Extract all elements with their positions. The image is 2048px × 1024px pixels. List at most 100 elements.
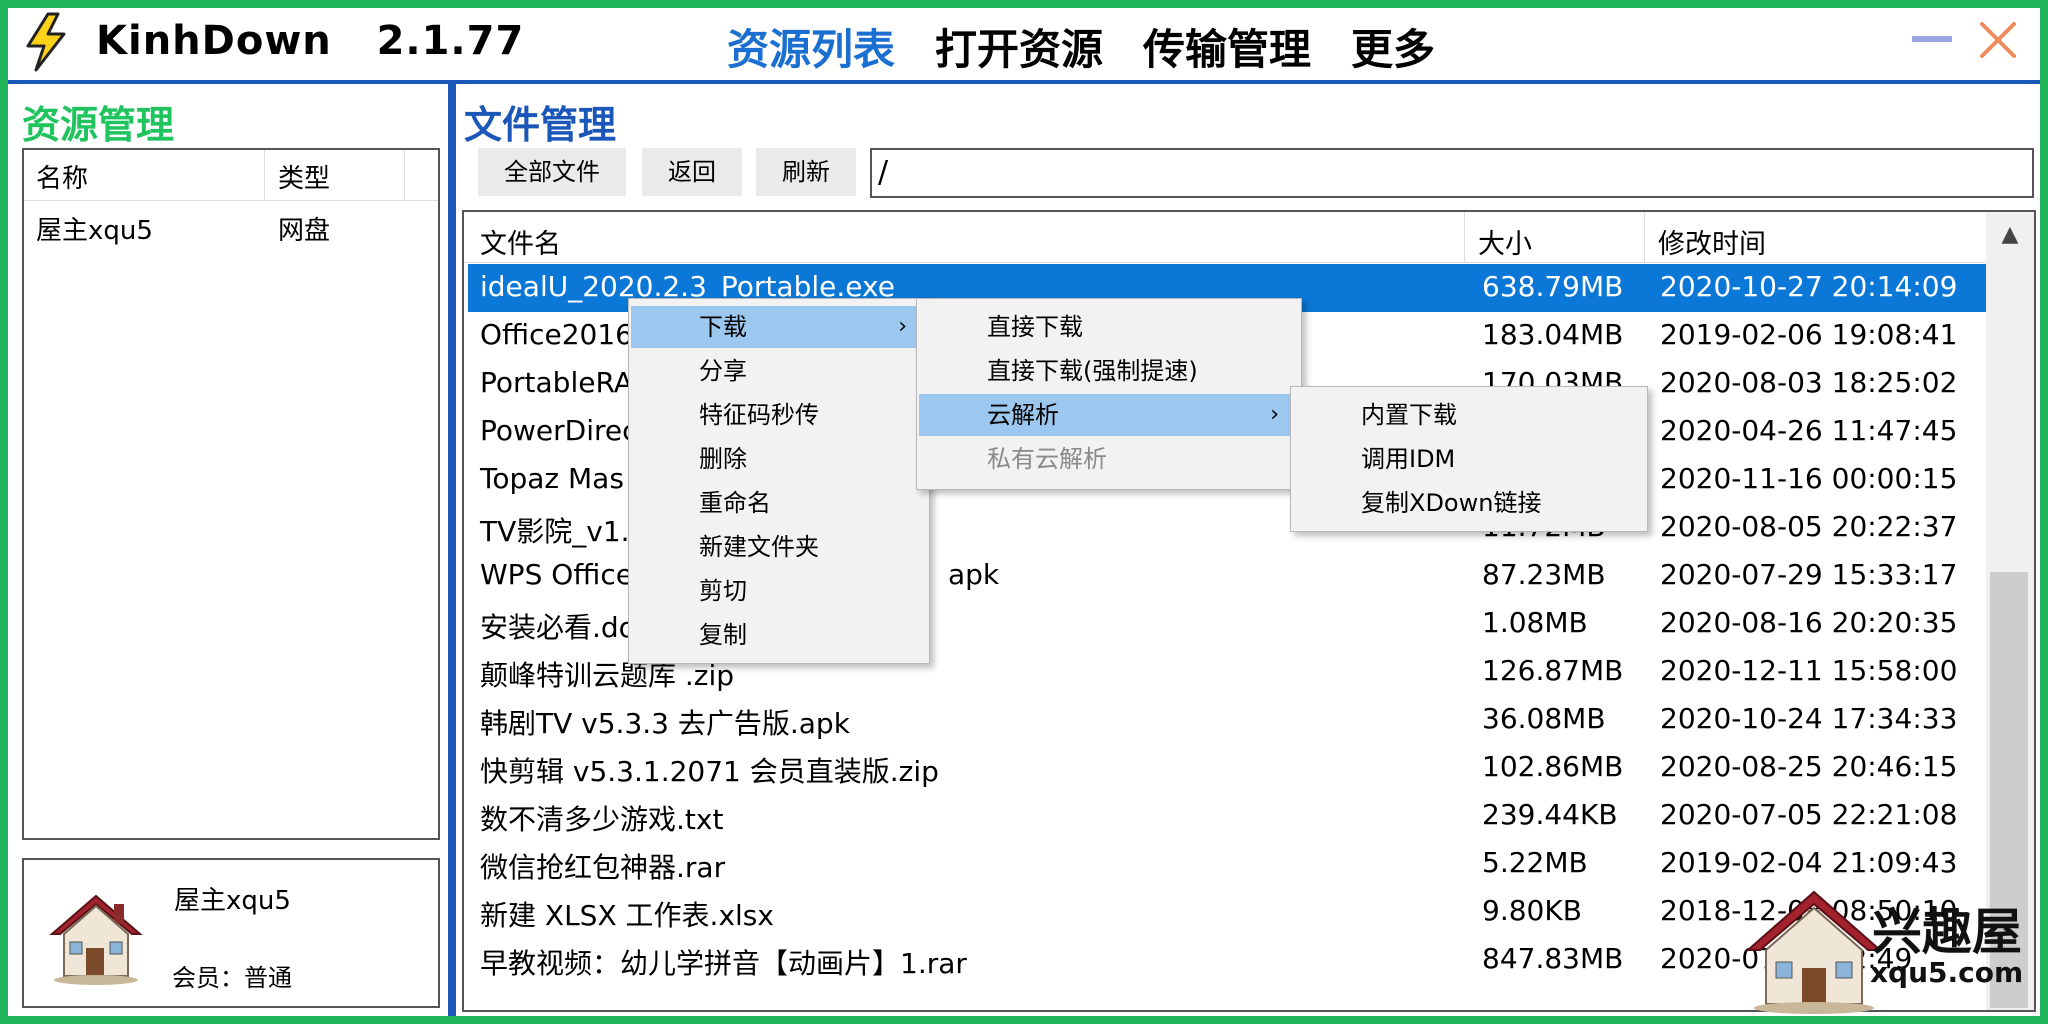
file-size: 239.44KB — [1482, 798, 1618, 831]
app-logo-icon — [26, 12, 66, 72]
menu-item-label: 下载 — [699, 313, 747, 341]
column-divider[interactable] — [264, 150, 265, 200]
nav-resource-list[interactable]: 资源列表 — [727, 16, 895, 77]
resource-type: 网盘 — [278, 216, 331, 246]
file-time: 2020-07-29 15:33:17 — [1660, 558, 1958, 591]
menu-item-download[interactable]: 下载 › — [631, 306, 921, 348]
file-name-tail: apk — [948, 558, 1000, 591]
menu-item-label: 新建文件夹 — [699, 533, 819, 561]
app-name: KinhDown — [96, 18, 332, 64]
column-header-type[interactable]: 类型 — [278, 158, 330, 195]
menu-item-call-idm[interactable]: 调用IDM — [1293, 438, 1639, 480]
menu-item-rename[interactable]: 重命名 — [631, 482, 921, 524]
menu-item-delete[interactable]: 删除 — [631, 438, 921, 480]
menu-item-copy-xdown-link[interactable]: 复制XDown链接 — [1293, 482, 1639, 524]
file-row[interactable]: 数不清多少游戏.txt 239.44KB 2020-07-05 22:21:08 — [468, 792, 1986, 840]
refresh-button[interactable]: 刷新 — [756, 148, 856, 196]
file-time: 2020-10-27 20:14:09 — [1660, 270, 1958, 303]
menu-item-direct-download[interactable]: 直接下载 — [919, 306, 1293, 348]
vertical-scrollbar[interactable]: ▲ — [1986, 212, 2034, 1010]
file-size: 87.23MB — [1482, 558, 1606, 591]
menu-item-builtin-download[interactable]: 内置下载 — [1293, 394, 1639, 436]
watermark-url: xqu5.com — [1870, 956, 2024, 989]
file-name: 快剪辑 v5.3.1.2071 会员直装版.zip — [480, 755, 939, 788]
column-divider[interactable] — [1464, 212, 1465, 262]
menu-item-label: 直接下载(强制提速) — [987, 357, 1198, 385]
nav-more[interactable]: 更多 — [1351, 16, 1435, 77]
menu-item-copy[interactable]: 复制 — [631, 614, 921, 656]
file-time: 2019-02-06 19:08:41 — [1660, 318, 1958, 351]
column-header-name[interactable]: 名称 — [36, 158, 88, 195]
column-divider[interactable] — [404, 150, 405, 200]
nav-open-resource[interactable]: 打开资源 — [935, 16, 1103, 77]
file-size: 1.08MB — [1482, 606, 1588, 639]
menu-item-label: 分享 — [699, 357, 747, 385]
resource-list: 名称 类型 屋主xqu5 网盘 — [22, 148, 440, 840]
menu-item-hash-transfer[interactable]: 特征码秒传 — [631, 394, 921, 436]
file-size: 5.22MB — [1482, 846, 1588, 879]
file-row[interactable]: 韩剧TV v5.3.3 去广告版.apk 36.08MB 2020-10-24 17… — [468, 696, 1986, 744]
file-name: PortableRA — [480, 366, 633, 399]
file-time: 2019-02-04 21:09:43 — [1660, 846, 1958, 879]
house-avatar-icon — [49, 894, 143, 985]
app-version: 2.1.77 — [376, 18, 525, 64]
file-list-header: 文件名 大小 修改时间 — [464, 212, 1986, 263]
menu-item-label: 直接下载 — [987, 313, 1083, 341]
file-name: Office2016s — [480, 318, 648, 351]
menu-item-cut[interactable]: 剪切 — [631, 570, 921, 612]
file-row[interactable]: 快剪辑 v5.3.1.2071 会员直装版.zip 102.86MB 2020-08… — [468, 744, 1986, 792]
file-name: 安装必看.doc — [480, 611, 652, 644]
file-time: 2020-11-16 00:00:15 — [1660, 462, 1958, 495]
column-header-modified[interactable]: 修改时间 — [1658, 222, 1766, 261]
submenu-arrow-icon: › — [1270, 402, 1279, 427]
menu-item-label: 私有云解析 — [987, 445, 1107, 473]
menu-item-new-folder[interactable]: 新建文件夹 — [631, 526, 921, 568]
menu-item-label: 内置下载 — [1361, 401, 1457, 429]
close-icon[interactable] — [1976, 18, 2020, 62]
menu-item-label: 复制XDown链接 — [1361, 489, 1542, 517]
nav-transfer-manager[interactable]: 传输管理 — [1143, 16, 1311, 77]
user-card: 屋主xqu5 会员：普通 — [22, 858, 440, 1008]
file-size: 183.04MB — [1482, 318, 1624, 351]
resource-row[interactable]: 屋主xqu5 网盘 — [24, 204, 438, 248]
window-frame-bottom — [0, 1016, 2048, 1024]
column-divider[interactable] — [1644, 212, 1645, 262]
resource-panel-title: 资源管理 — [22, 103, 175, 147]
file-name: 微信抢红包神器.rar — [480, 851, 726, 884]
column-header-filename[interactable]: 文件名 — [480, 222, 561, 261]
window-frame-right — [2040, 0, 2048, 1024]
file-size: 102.86MB — [1482, 750, 1624, 783]
user-name: 屋主xqu5 — [174, 886, 291, 916]
resource-list-header: 名称 类型 — [24, 150, 438, 201]
path-input[interactable]: / — [870, 148, 2034, 198]
file-time: 2020-12-11 15:58:00 — [1660, 654, 1958, 687]
all-files-button[interactable]: 全部文件 — [478, 148, 626, 196]
menu-item-share[interactable]: 分享 — [631, 350, 921, 392]
file-panel-title: 文件管理 — [464, 103, 617, 147]
file-time: 2020-08-05 20:22:37 — [1660, 510, 1958, 543]
file-name: 数不清多少游戏.txt — [480, 803, 724, 836]
column-header-size[interactable]: 大小 — [1478, 222, 1532, 261]
menu-item-private-cloud-parse: 私有云解析 — [919, 438, 1293, 480]
file-name: PowerDirec — [480, 414, 638, 447]
cloud-parse-submenu: 内置下载 调用IDM 复制XDown链接 — [1290, 386, 1648, 532]
menu-item-label: 云解析 — [987, 401, 1059, 429]
panel-splitter[interactable] — [448, 84, 456, 1016]
minimize-icon — [1912, 36, 1952, 42]
file-time: 2020-10-24 17:34:33 — [1660, 702, 1958, 735]
file-time: 2020-08-16 20:20:35 — [1660, 606, 1958, 639]
back-button[interactable]: 返回 — [642, 148, 742, 196]
context-menu: 下载 › 分享 特征码秒传 删除 重命名 新建文件夹 剪切 复制 — [628, 298, 930, 664]
watermark-house-icon — [1745, 890, 1883, 1014]
file-time: 2020-08-25 20:46:15 — [1660, 750, 1958, 783]
file-name: Topaz Mas — [480, 462, 624, 495]
scroll-up-arrow-icon[interactable]: ▲ — [1986, 212, 2034, 258]
menu-item-direct-download-boost[interactable]: 直接下载(强制提速) — [919, 350, 1293, 392]
file-name: TV影院_v1.5 — [480, 515, 648, 548]
file-row[interactable]: 微信抢红包神器.rar 5.22MB 2019-02-04 21:09:43 — [468, 840, 1986, 888]
minimize-button[interactable] — [1908, 24, 1956, 52]
menu-item-label: 重命名 — [699, 489, 771, 517]
menu-item-cloud-parse[interactable]: 云解析 › — [919, 394, 1293, 436]
window-frame-top — [0, 0, 2048, 8]
file-name: 韩剧TV v5.3.3 去广告版.apk — [480, 707, 850, 740]
